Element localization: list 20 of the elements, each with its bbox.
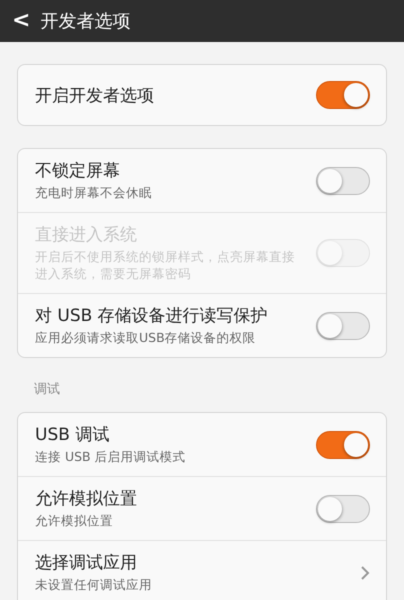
toggle-switch[interactable] (316, 166, 370, 194)
setting-title: 允许模拟位置 (35, 488, 138, 510)
chevron-right-icon (360, 564, 370, 580)
setting-title: 对 USB 存储设备进行读写保护 (35, 305, 269, 327)
setting-description: 未设置任何调试应用 (35, 577, 153, 594)
section-header: 调试 (33, 381, 61, 399)
setting-title: USB 调试 (35, 424, 110, 446)
toggle-switch[interactable] (316, 81, 370, 109)
toggle-switch[interactable] (316, 312, 370, 340)
back-button[interactable]: < (12, 10, 30, 32)
toggle-switch[interactable] (316, 430, 370, 458)
setting-title: 不锁定屏幕 (35, 160, 121, 182)
setting-description: 应用必须请求读取USB存储设备的权限 (35, 330, 257, 347)
setting-title: 开启开发者选项 (35, 84, 155, 106)
toggle-switch[interactable] (316, 494, 370, 522)
screen-title: 开发者选项 (40, 10, 130, 33)
setting-description: 允许模拟位置 (35, 513, 114, 530)
setting-title: 选择调试应用 (35, 552, 138, 574)
setting-description: 连接 USB 后启用调试模式 (35, 449, 187, 466)
setting-description: 充电时屏幕不会休眠 (35, 185, 153, 202)
